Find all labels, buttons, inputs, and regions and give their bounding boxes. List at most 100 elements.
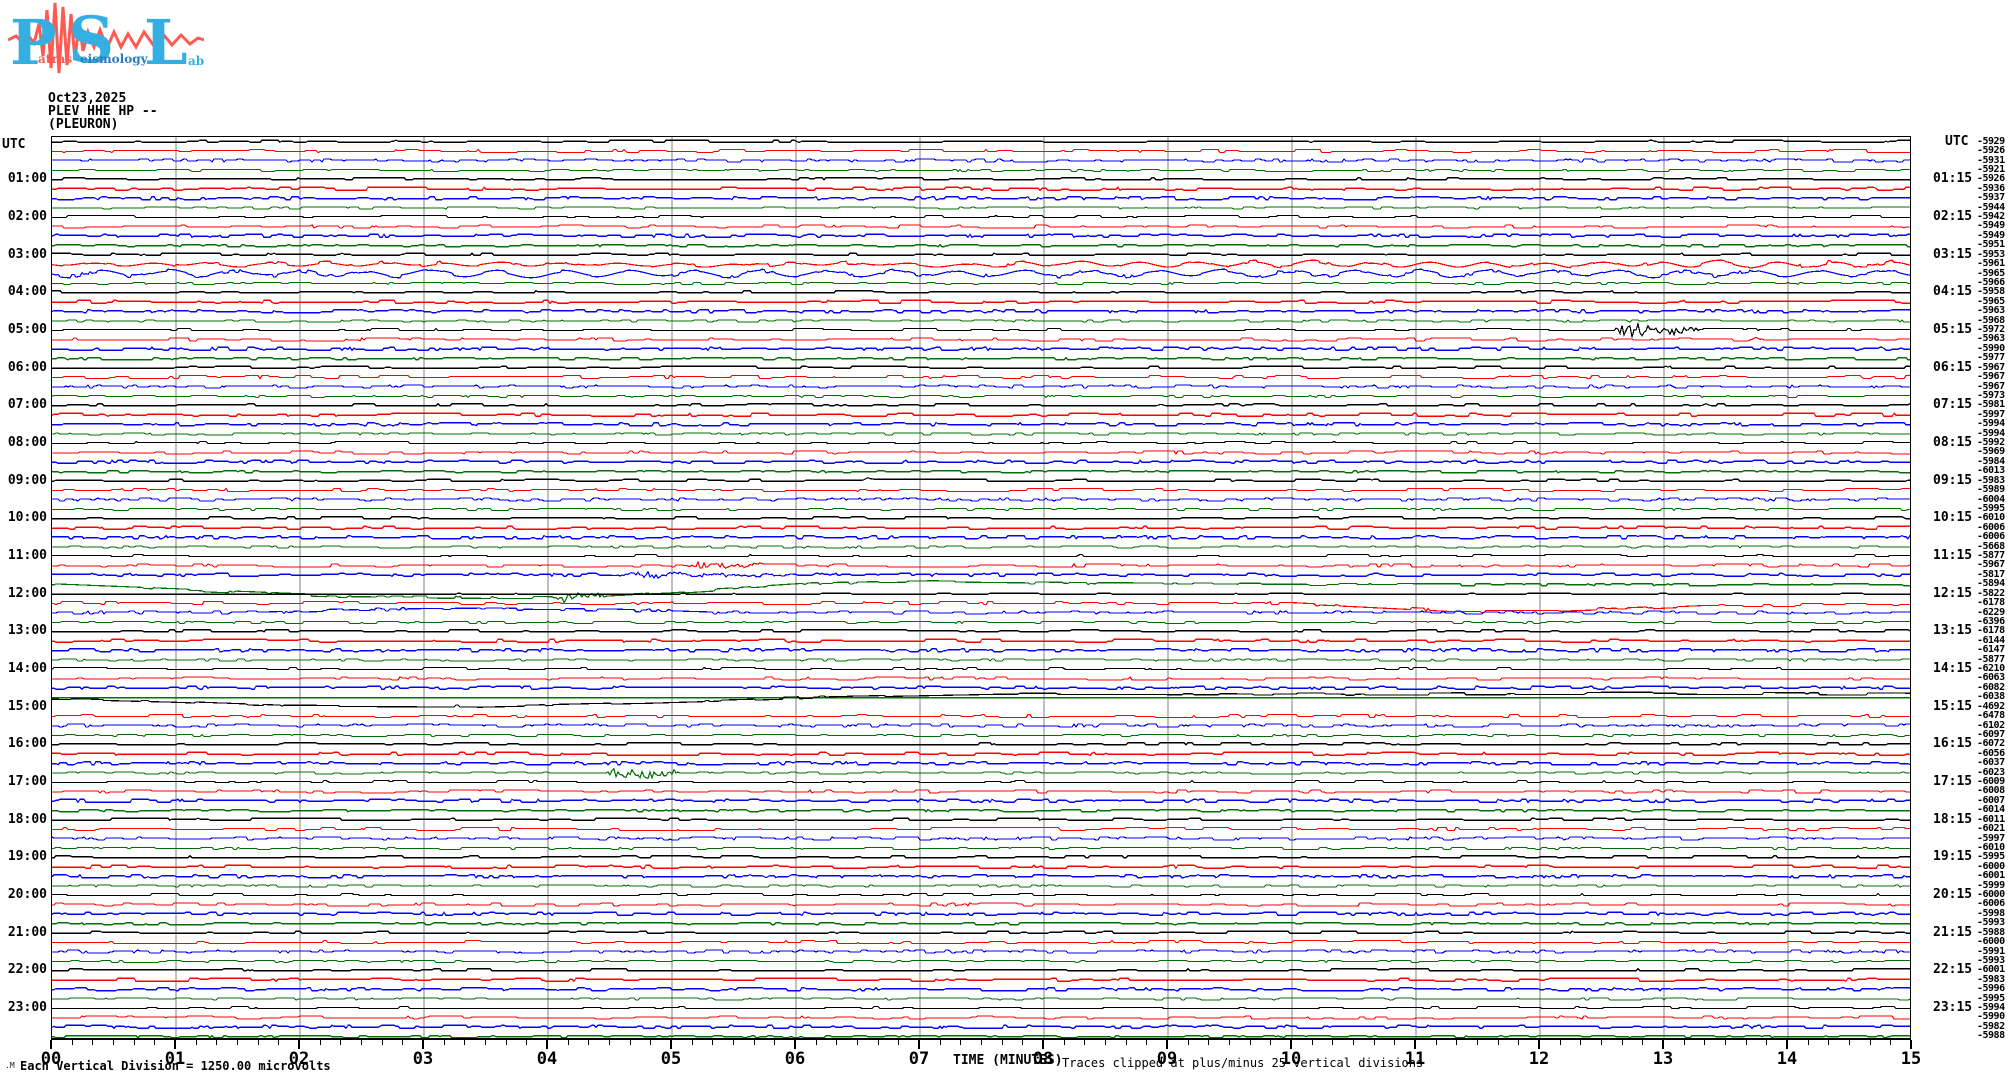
seismo-trace-row-43 bbox=[52, 545, 1910, 549]
minor-tick bbox=[1353, 1040, 1354, 1045]
hour-label-right-16:15: 16:15 bbox=[1933, 736, 1973, 751]
seismo-trace-row-76 bbox=[52, 854, 1910, 859]
minor-tick bbox=[1063, 1040, 1065, 1045]
minor-tick bbox=[981, 1040, 982, 1045]
minor-tick bbox=[1601, 1040, 1602, 1045]
webicorder-page: P S L atras eismology ab Oct23,2025 PLEV… bbox=[0, 0, 2010, 1080]
seismo-trace-row-90 bbox=[52, 986, 1910, 992]
minor-tick bbox=[1311, 1040, 1313, 1045]
seismo-trace-row-61 bbox=[52, 713, 1910, 719]
x-axis-tick-label-06: 06 bbox=[784, 1049, 806, 1069]
seismo-trace-row-29 bbox=[52, 412, 1910, 418]
minor-tick bbox=[567, 1040, 569, 1045]
seismo-trace-row-24 bbox=[52, 365, 1910, 369]
seismo-trace-row-95 bbox=[52, 1034, 1910, 1038]
minor-tick bbox=[960, 1040, 962, 1045]
major-tick bbox=[1662, 1040, 1664, 1049]
hour-label-left-14:00: 14:00 bbox=[7, 661, 47, 676]
seismo-trace-row-12 bbox=[52, 252, 1910, 256]
minor-tick bbox=[1001, 1040, 1003, 1045]
hour-label-right-11:15: 11:15 bbox=[1933, 548, 1973, 563]
minor-tick bbox=[1146, 1040, 1148, 1045]
seismo-trace-row-49 bbox=[52, 600, 1910, 614]
hour-label-right-20:15: 20:15 bbox=[1933, 887, 1973, 902]
seismo-trace-row-92 bbox=[52, 1005, 1910, 1010]
minor-tick bbox=[526, 1040, 528, 1045]
seismo-trace-row-4 bbox=[52, 177, 1910, 181]
seismo-trace-row-41 bbox=[52, 525, 1910, 530]
minor-tick bbox=[154, 1040, 156, 1045]
major-tick bbox=[918, 1040, 920, 1049]
seismo-trace-row-40 bbox=[52, 516, 1910, 520]
seismo-trace-row-86 bbox=[52, 949, 1910, 954]
minor-tick bbox=[1456, 1040, 1458, 1045]
hour-label-left-23:00: 23:00 bbox=[7, 1000, 47, 1015]
hour-label-left-18:00: 18:00 bbox=[7, 812, 47, 827]
seismo-trace-row-75 bbox=[52, 846, 1910, 851]
minor-tick bbox=[71, 1040, 73, 1045]
logo-word-atras: atras bbox=[38, 52, 72, 66]
seismo-trace-row-35 bbox=[52, 470, 1910, 474]
seismo-trace-row-58 bbox=[52, 685, 1910, 691]
minor-tick bbox=[898, 1040, 900, 1045]
hour-label-right-23:15: 23:15 bbox=[1933, 1000, 1973, 1015]
x-axis-tick-label-14: 14 bbox=[1776, 1049, 1798, 1069]
seismo-trace-row-33 bbox=[52, 450, 1910, 455]
hour-label-left-12:00: 12:00 bbox=[7, 586, 47, 601]
minor-tick bbox=[1725, 1040, 1726, 1045]
seismo-trace-row-34 bbox=[52, 459, 1910, 465]
hour-label-left-22:00: 22:00 bbox=[7, 962, 47, 977]
hour-label-right-06:15: 06:15 bbox=[1933, 360, 1973, 375]
minor-tick bbox=[650, 1040, 652, 1045]
hour-label-right-04:15: 04:15 bbox=[1933, 284, 1973, 299]
seismo-trace-row-82 bbox=[52, 911, 1910, 917]
hour-label-left-01:00: 01:00 bbox=[7, 171, 47, 186]
minor-tick bbox=[133, 1040, 135, 1045]
minor-tick bbox=[1807, 1040, 1809, 1045]
hour-label-right-13:15: 13:15 bbox=[1933, 623, 1973, 638]
seismo-trace-row-91 bbox=[52, 997, 1910, 1001]
seismo-trace-row-66 bbox=[52, 760, 1910, 766]
hour-label-right-22:15: 22:15 bbox=[1933, 962, 1973, 977]
minor-tick bbox=[1477, 1040, 1478, 1045]
seismo-trace-row-39 bbox=[52, 507, 1910, 512]
seismo-trace-row-0 bbox=[52, 139, 1910, 143]
minor-tick bbox=[319, 1040, 321, 1045]
seismo-trace-row-77 bbox=[52, 864, 1910, 870]
minor-tick bbox=[691, 1040, 693, 1045]
seismo-trace-row-14 bbox=[52, 268, 1910, 279]
minor-tick bbox=[1869, 1040, 1871, 1045]
psl-logo[interactable]: P S L atras eismology ab bbox=[7, 2, 205, 79]
hour-label-left-07:00: 07:00 bbox=[7, 397, 47, 412]
seismo-trace-row-21 bbox=[52, 336, 1910, 342]
major-tick bbox=[1414, 1040, 1416, 1049]
x-axis-tick-label-15: 15 bbox=[1900, 1049, 1922, 1069]
hour-label-right-17:15: 17:15 bbox=[1933, 774, 1973, 789]
seismo-trace-row-45 bbox=[52, 560, 1910, 569]
seismo-trace-row-48 bbox=[52, 592, 1910, 595]
hour-label-left-13:00: 13:00 bbox=[7, 623, 47, 638]
minor-tick bbox=[1704, 1040, 1706, 1045]
seismo-trace-row-47 bbox=[52, 580, 1910, 605]
clip-note: Traces clipped at plus/minus 25 vertical… bbox=[1062, 1056, 1424, 1070]
helicorder-plot bbox=[51, 136, 1911, 1040]
seismo-trace-row-57 bbox=[52, 675, 1910, 681]
hour-label-right-08:15: 08:15 bbox=[1933, 435, 1973, 450]
seismo-trace-row-37 bbox=[52, 487, 1910, 493]
minor-tick bbox=[1745, 1040, 1747, 1045]
hour-label-right-01:15: 01:15 bbox=[1933, 171, 1973, 186]
seismo-trace-row-31 bbox=[52, 432, 1910, 436]
minor-tick bbox=[1580, 1040, 1582, 1045]
seismo-trace-row-30 bbox=[52, 421, 1910, 427]
minor-tick bbox=[1890, 1040, 1892, 1045]
hour-label-left-05:00: 05:00 bbox=[7, 322, 47, 337]
seismo-trace-row-42 bbox=[52, 534, 1910, 540]
seismo-trace-row-36 bbox=[52, 477, 1910, 482]
seismo-trace-row-87 bbox=[52, 959, 1910, 964]
seismo-trace-row-11 bbox=[52, 243, 1910, 248]
seismo-trace-row-6 bbox=[52, 195, 1910, 201]
hour-label-left-19:00: 19:00 bbox=[7, 849, 47, 864]
hour-label-left-10:00: 10:00 bbox=[7, 510, 47, 525]
seismo-trace-row-79 bbox=[52, 884, 1910, 888]
seismo-trace-row-17 bbox=[52, 299, 1910, 305]
